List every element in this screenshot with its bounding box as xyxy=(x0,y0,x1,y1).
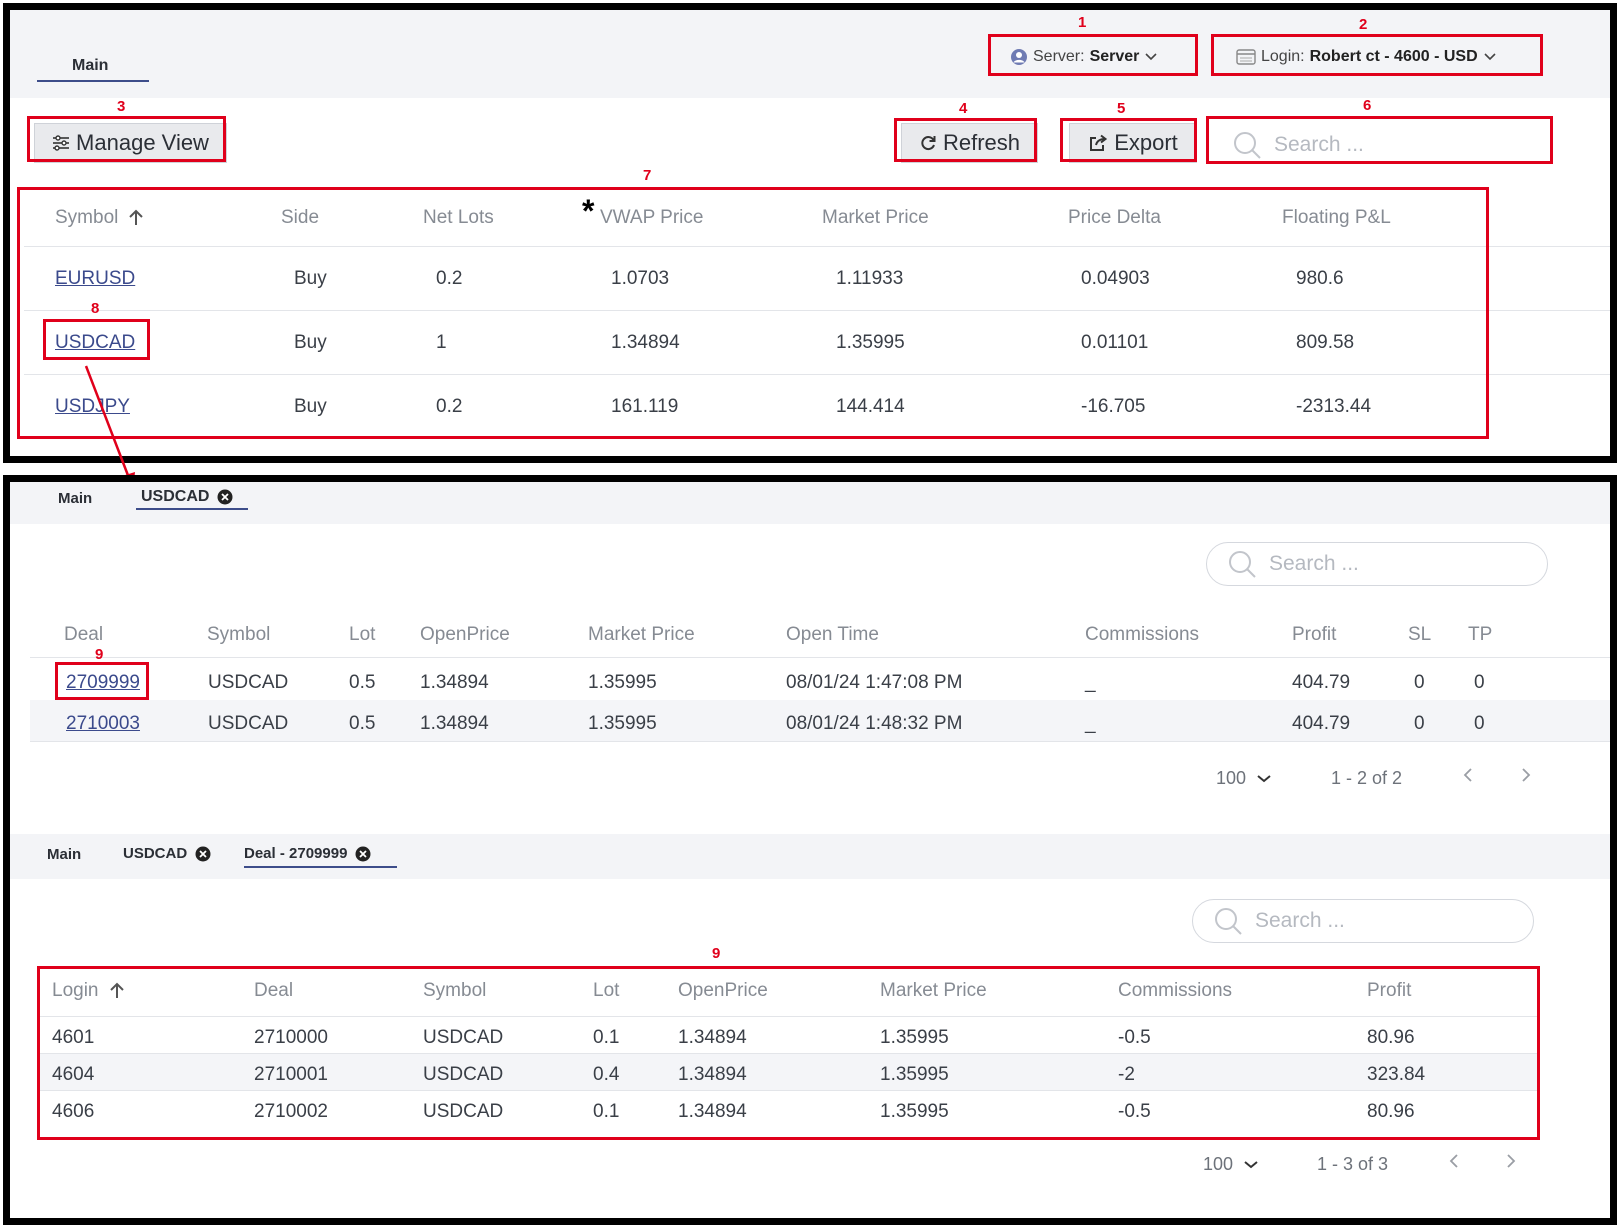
tab-active-indicator xyxy=(136,508,248,510)
column-header[interactable]: Commissions xyxy=(1085,624,1199,646)
annotation-box-deal xyxy=(55,662,149,700)
column-header[interactable]: Symbol xyxy=(207,624,270,646)
table-cell: 404.79 xyxy=(1292,672,1351,693)
search-placeholder: Search ... xyxy=(1255,909,1345,932)
table-cell: _ xyxy=(1085,672,1096,693)
table-cell: USDCAD xyxy=(208,713,289,734)
close-circle-icon[interactable] xyxy=(217,489,233,505)
annotation-number: 9 xyxy=(712,945,721,962)
chevron-right-icon xyxy=(1505,1152,1517,1170)
next-page-button[interactable] xyxy=(1505,1152,1517,1170)
column-header[interactable]: Deal xyxy=(64,624,103,646)
page-range: 1 - 2 of 2 xyxy=(1331,768,1403,788)
tab-usdcad-label: USDCAD xyxy=(123,845,188,862)
detail-views-panel: Main USDCAD Search ... Deal Symbol Lot Open… xyxy=(3,475,1617,1225)
column-header-label: Deal xyxy=(64,624,104,645)
header-divider xyxy=(30,657,1610,658)
column-header-label: TP xyxy=(1468,624,1493,645)
table-cell: 0 xyxy=(1414,713,1425,734)
chevron-left-icon xyxy=(1462,766,1474,784)
table-cell: 0 xyxy=(1474,672,1485,693)
column-header[interactable]: OpenPrice xyxy=(420,624,510,646)
table-cell: 404.79 xyxy=(1292,713,1351,734)
column-header[interactable]: Open Time xyxy=(786,624,879,646)
prev-page-button[interactable] xyxy=(1462,766,1474,784)
table-cell: 1.35995 xyxy=(588,672,657,693)
column-header-label: Profit xyxy=(1292,624,1337,645)
column-header-label: OpenPrice xyxy=(420,624,510,645)
search-input[interactable]: Search ... xyxy=(1206,542,1548,586)
page-size-value: 100 xyxy=(1203,1154,1234,1174)
search-input[interactable]: Search ... xyxy=(1192,899,1534,943)
close-circle-icon[interactable] xyxy=(195,846,211,862)
chevron-down-icon xyxy=(1256,774,1272,784)
column-header-label: Lot xyxy=(349,624,376,645)
page-size-select[interactable]: 100 xyxy=(1203,1154,1259,1175)
tab-deal-label: Deal - 2709999 xyxy=(244,845,348,862)
chevron-right-icon xyxy=(1520,766,1532,784)
column-header-label: Commissions xyxy=(1085,624,1200,645)
prev-page-button[interactable] xyxy=(1448,1152,1460,1170)
search-placeholder: Search ... xyxy=(1269,552,1359,575)
column-header[interactable]: TP xyxy=(1468,624,1492,646)
column-header[interactable]: Lot xyxy=(349,624,375,646)
table-cell: 08/01/24 1:47:08 PM xyxy=(786,672,963,693)
column-header-label: Market Price xyxy=(588,624,695,645)
tab-main[interactable]: Main xyxy=(47,846,81,863)
chevron-left-icon xyxy=(1448,1152,1460,1170)
tab-usdcad[interactable]: USDCAD xyxy=(123,845,211,862)
table-cell: 0.5 xyxy=(349,672,376,693)
page-size-value: 100 xyxy=(1216,768,1247,788)
chevron-down-icon xyxy=(1243,1160,1259,1170)
table-cell: 0 xyxy=(1474,713,1485,734)
row-divider xyxy=(30,741,1610,742)
search-icon xyxy=(1213,906,1243,936)
table-cell: 1.35995 xyxy=(588,713,657,734)
table-cell: 0 xyxy=(1414,672,1425,693)
column-header-label: SL xyxy=(1408,624,1432,645)
table-cell: 0.5 xyxy=(349,713,376,734)
tab-deal[interactable]: Deal - 2709999 xyxy=(244,845,371,862)
column-header[interactable]: Profit xyxy=(1292,624,1336,646)
row-link[interactable]: 2710003 xyxy=(66,713,140,735)
table-cell: 1.34894 xyxy=(420,672,489,693)
column-header-label: Symbol xyxy=(207,624,271,645)
next-page-button[interactable] xyxy=(1520,766,1532,784)
page-size-select[interactable]: 100 xyxy=(1216,768,1272,789)
search-icon xyxy=(1227,549,1257,579)
page-range: 1 - 3 of 3 xyxy=(1317,1154,1389,1174)
annotation-box-table xyxy=(37,966,1540,1140)
tab-main[interactable]: Main xyxy=(58,490,92,507)
tab-strip xyxy=(10,482,1610,524)
tab-usdcad[interactable]: USDCAD xyxy=(141,488,233,506)
tab-active-indicator xyxy=(244,866,397,868)
column-header[interactable]: SL xyxy=(1408,624,1431,646)
close-circle-icon[interactable] xyxy=(355,846,371,862)
column-header-label: Open Time xyxy=(786,624,879,645)
table-cell: USDCAD xyxy=(208,672,289,693)
table-cell: _ xyxy=(1085,713,1096,734)
table-cell: 1.34894 xyxy=(420,713,489,734)
table-cell: 08/01/24 1:48:32 PM xyxy=(786,713,963,734)
column-header[interactable]: Market Price xyxy=(588,624,695,646)
annotation-number: 9 xyxy=(95,646,104,663)
tab-usdcad-label: USDCAD xyxy=(141,488,210,505)
